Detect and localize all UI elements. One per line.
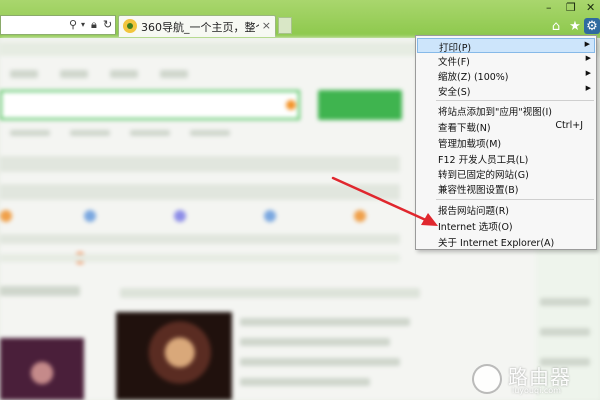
router-logo-icon [472,364,502,394]
watermark: 路由器 luyouqi.com [472,364,600,396]
annotation-arrow-icon [331,176,438,226]
watermark-url: luyouqi.com [512,386,561,395]
